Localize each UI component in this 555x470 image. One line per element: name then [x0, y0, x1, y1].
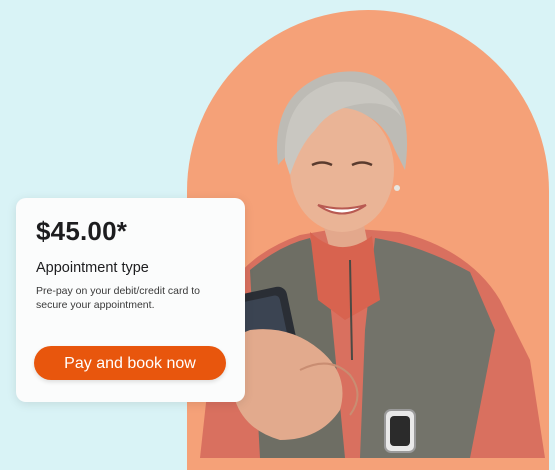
appointment-type-label: Appointment type	[36, 260, 149, 276]
price: $45.00*	[36, 216, 128, 246]
prepay-description: Pre-pay on your debit/credit card to sec…	[36, 285, 201, 311]
booking-card: $45.00* Appointment type Pre-pay on your…	[16, 198, 245, 402]
pay-and-book-button[interactable]: Pay and book now	[34, 346, 226, 380]
